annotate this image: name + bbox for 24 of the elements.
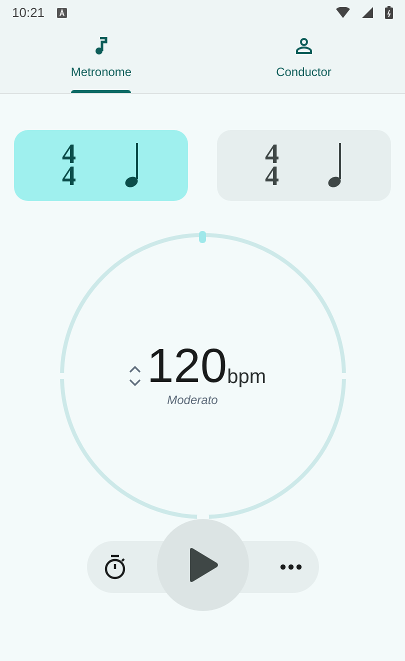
signal-icon: [362, 7, 373, 18]
stopwatch-icon: [102, 554, 126, 580]
music-note-icon: [94, 37, 108, 55]
status-time: 10:21: [12, 4, 45, 22]
quarter-note-icon: [124, 142, 140, 190]
battery-icon: [385, 6, 393, 19]
numerator: 4: [265, 144, 279, 166]
tab[interactable]: Conductor: [202, 25, 405, 93]
tempo-value: 120: [147, 343, 228, 391]
tab[interactable]: Metronome: [0, 25, 202, 93]
more-icon: [280, 564, 302, 570]
notification-icon: [56, 8, 67, 18]
person-icon: [294, 37, 313, 55]
wifi-icon: [336, 7, 350, 18]
time-signature-card[interactable]: 4 4: [217, 130, 391, 201]
time-signature-card[interactable]: 4 4: [14, 130, 188, 201]
tempo-unit: bpm: [227, 365, 266, 389]
quarter-note-icon: [327, 142, 343, 190]
denominator: 4: [265, 166, 279, 188]
decrease-icon[interactable]: [129, 379, 141, 387]
tempo-marking: Moderato: [167, 392, 218, 409]
denominator: 4: [62, 166, 76, 188]
numerator: 4: [62, 144, 76, 166]
increase-icon[interactable]: [129, 365, 141, 373]
